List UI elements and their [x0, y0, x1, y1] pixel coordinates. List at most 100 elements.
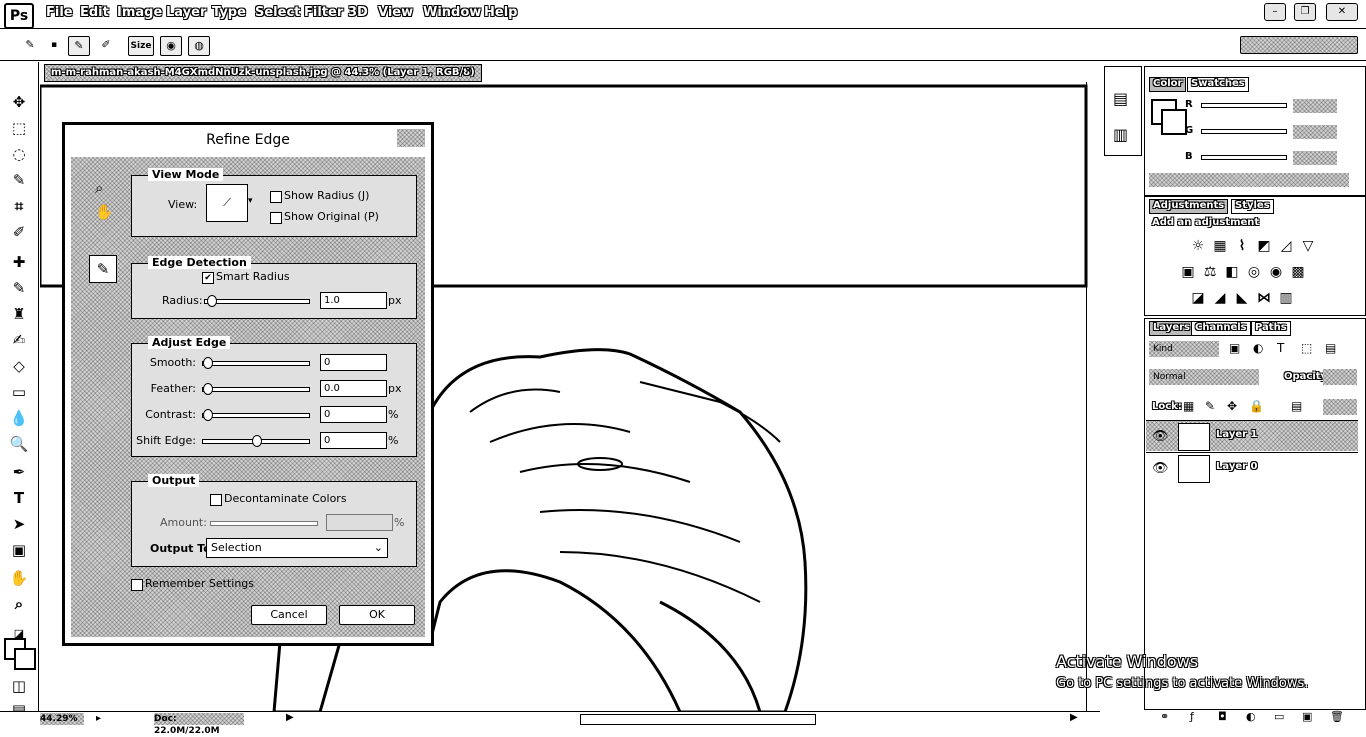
feather-field[interactable]: 0.0: [320, 380, 387, 397]
dialog-close-button[interactable]: [397, 129, 425, 147]
horizontal-scrollbar-thumb[interactable]: [580, 714, 816, 725]
shift-edge-slider-knob[interactable]: [252, 435, 262, 447]
brightness-icon[interactable]: ☼: [1189, 237, 1207, 255]
size-button[interactable]: Size: [128, 36, 154, 56]
blend-mode-select[interactable]: Normal: [1149, 369, 1259, 385]
status-menu-icon[interactable]: ▸: [96, 713, 101, 724]
refine-radius-tool-icon[interactable]: ✎: [89, 255, 117, 283]
decontaminate-checkbox[interactable]: [210, 494, 222, 506]
refine-radius-icon[interactable]: ✎: [68, 36, 90, 56]
eraser-icon[interactable]: ◇: [8, 356, 30, 376]
posterize-icon[interactable]: ◢: [1211, 289, 1229, 307]
gradient-icon[interactable]: ▭: [8, 382, 30, 402]
shift-edge-field[interactable]: 0: [320, 432, 387, 449]
smart-radius-checkbox[interactable]: ✔: [202, 272, 214, 284]
preset-picker-icon[interactable]: ▪: [44, 36, 64, 54]
layer-style-icon[interactable]: ƒ: [1190, 710, 1194, 723]
quick-mask-icon[interactable]: ◫: [8, 676, 30, 696]
new-layer-icon[interactable]: ▣: [1302, 710, 1312, 723]
invert-icon[interactable]: ◪: [1189, 289, 1207, 307]
red-slider[interactable]: [1201, 103, 1287, 108]
dodge-icon[interactable]: 🔍: [8, 434, 30, 454]
type-icon[interactable]: T: [8, 488, 30, 508]
menu-image[interactable]: Image: [117, 5, 162, 20]
brush-tool-icon[interactable]: ✎: [20, 36, 40, 54]
contrast-slider[interactable]: [202, 409, 310, 421]
link-layers-icon[interactable]: ⚭: [1160, 710, 1169, 723]
menu-file[interactable]: File: [46, 5, 73, 20]
quick-selection-icon[interactable]: ✎: [8, 170, 30, 190]
filter-type-icon[interactable]: T: [1277, 341, 1284, 355]
smooth-field[interactable]: 0: [320, 354, 387, 371]
workspace-switcher[interactable]: [1240, 36, 1358, 54]
vibrance-icon[interactable]: ▽: [1299, 237, 1317, 255]
menu-edit[interactable]: Edit: [80, 5, 109, 20]
menu-type[interactable]: Type: [212, 5, 246, 20]
menu-window[interactable]: Window: [423, 5, 481, 20]
brush-icon[interactable]: ✎: [8, 278, 30, 298]
zoom-icon[interactable]: ⌕: [95, 179, 103, 197]
properties-panel-icon[interactable]: ▥: [1113, 125, 1128, 144]
tab-layers[interactable]: Layers: [1149, 321, 1194, 336]
feather-slider-knob[interactable]: [203, 383, 213, 395]
filter-shape-icon[interactable]: ⬚: [1301, 341, 1312, 355]
radius-field[interactable]: 1.0: [320, 292, 387, 309]
lock-transparency-icon[interactable]: ▦: [1183, 399, 1194, 413]
tab-adjustments[interactable]: Adjustments: [1149, 199, 1229, 214]
exposure-icon[interactable]: ◩: [1255, 237, 1273, 255]
clone-stamp-icon[interactable]: ♜: [8, 304, 30, 324]
menu-help[interactable]: Help: [484, 5, 517, 20]
feather-slider[interactable]: [202, 383, 310, 395]
shape-icon[interactable]: ▣: [8, 540, 30, 560]
visibility-eye-icon[interactable]: 👁: [1152, 429, 1169, 444]
radius-slider-knob[interactable]: [207, 295, 217, 307]
crop-tool-icon[interactable]: ⌗: [8, 196, 30, 216]
scroll-right-icon[interactable]: ▶: [1070, 712, 1078, 723]
filter-pixel-icon[interactable]: ▣: [1229, 341, 1240, 355]
status-arrow-icon[interactable]: ▶: [286, 712, 294, 723]
delete-layer-icon[interactable]: 🗑: [1330, 710, 1344, 723]
new-group-icon[interactable]: ▭: [1274, 710, 1284, 723]
gradient-map-icon[interactable]: ◿: [1277, 237, 1295, 255]
zoom-tool-icon[interactable]: ⌕: [8, 594, 30, 614]
red-field[interactable]: [1293, 99, 1337, 113]
shift-edge-slider[interactable]: [202, 435, 310, 447]
tab-channels[interactable]: Channels: [1191, 321, 1251, 336]
tab-swatches[interactable]: Swatches: [1187, 77, 1249, 92]
pen-icon[interactable]: ✒: [8, 462, 30, 482]
close-button[interactable]: ✕: [1326, 3, 1358, 21]
contrast-slider-knob[interactable]: [203, 409, 213, 421]
green-field[interactable]: [1293, 125, 1337, 139]
contrast-field[interactable]: 0: [320, 406, 387, 423]
layer-name[interactable]: Layer 1: [1216, 429, 1257, 440]
eyedropper-icon[interactable]: ✐: [8, 222, 30, 242]
history-panel-icon[interactable]: ▤: [1113, 89, 1128, 108]
color-spectrum-ramp[interactable]: [1149, 173, 1349, 187]
ok-button[interactable]: OK: [339, 605, 415, 625]
background-color-chip[interactable]: [1161, 109, 1187, 135]
tab-styles[interactable]: Styles: [1231, 199, 1274, 214]
filter-smart-icon[interactable]: ▤: [1325, 341, 1336, 355]
lock-all-icon[interactable]: 🔒: [1249, 399, 1264, 413]
visibility-eye-icon[interactable]: 👁: [1152, 461, 1169, 476]
filter-adjust-icon[interactable]: ◐: [1253, 341, 1263, 355]
levels-icon[interactable]: ▦: [1211, 237, 1229, 255]
minimize-button[interactable]: –: [1264, 3, 1286, 21]
blur-icon[interactable]: 💧: [8, 408, 30, 428]
document-tab-close-icon[interactable]: ✕: [464, 66, 472, 77]
new-adjustment-icon[interactable]: ◐: [1246, 710, 1256, 723]
gradient-fill-icon[interactable]: ▥: [1277, 289, 1295, 307]
color-lookup-icon[interactable]: ▩: [1289, 263, 1307, 281]
black-white-icon[interactable]: ◧: [1223, 263, 1241, 281]
smooth-slider-knob[interactable]: [203, 357, 213, 369]
view-mode-picker[interactable]: ⟋: [206, 184, 248, 222]
menu-filter[interactable]: Filter: [304, 5, 343, 20]
document-tab[interactable]: m-m-rahman-akash-M4GXmdNnUzk-unsplash.jp…: [44, 64, 482, 94]
remember-settings-checkbox[interactable]: [131, 579, 143, 591]
threshold-icon[interactable]: ◣: [1233, 289, 1251, 307]
history-brush-icon[interactable]: ✍: [8, 330, 30, 350]
blue-slider[interactable]: [1201, 155, 1287, 160]
layer-row-layer-1[interactable]: 👁 Layer 1: [1146, 420, 1358, 451]
curves-icon[interactable]: ⌇: [1233, 237, 1251, 255]
layer-name[interactable]: Layer 0: [1216, 461, 1257, 472]
